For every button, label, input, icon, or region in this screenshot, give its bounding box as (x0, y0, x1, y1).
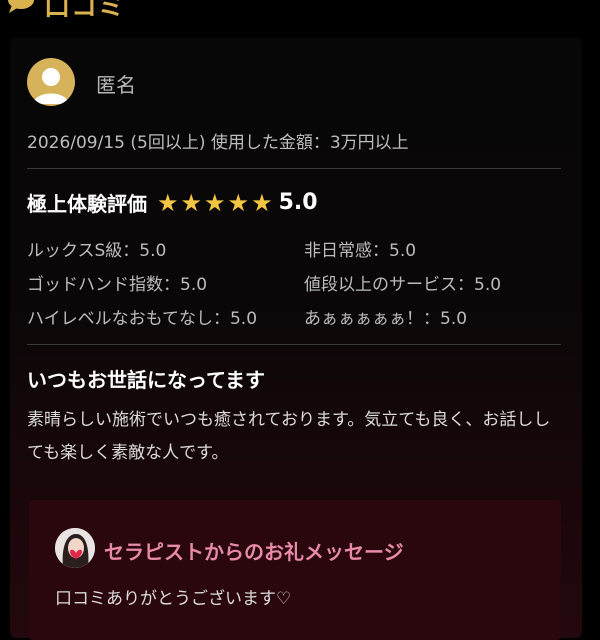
therapist-photo-icon (55, 528, 95, 568)
speech-bubble-icon (8, 0, 34, 13)
review-card: 匿名 2026/09/15 (5回以上) 使用した金額：3万円以上 極上体験評価… (10, 38, 582, 640)
rating-item: あぁぁぁぁぁ！：5.0 (304, 309, 468, 329)
rating-item: ゴッドハンド指数：5.0 (27, 275, 208, 295)
star-icon: ★ (204, 188, 226, 217)
star-icon: ★ (157, 188, 179, 217)
user-silhouette-icon (33, 68, 69, 104)
star-rating: ★ ★ ★ ★ ★ (157, 191, 273, 215)
review-body: 素晴らしい施術でいつも癒されております。気立ても良く、お話ししても楽しく素敵な人… (27, 410, 551, 463)
thanks-message: 口コミありがとうございます♡ (55, 589, 292, 609)
divider (27, 344, 561, 345)
rating-score: 5.0 (278, 190, 318, 215)
rating-item: ハイレベルなおもてなし：5.0 (27, 309, 258, 329)
thanks-title: セラピストからのお礼メッセージ (104, 540, 404, 564)
rating-item: ルックスS級：5.0 (27, 241, 167, 261)
rating-row: 極上体験評価 ★ ★ ★ ★ ★ 5.0 (27, 188, 318, 217)
review-meta: 2026/09/15 (5回以上) 使用した金額：3万円以上 (27, 133, 409, 153)
star-icon: ★ (227, 188, 250, 217)
rating-title: 極上体験評価 (27, 192, 147, 216)
section-title: 口コミ (44, 0, 126, 22)
review-title: いつもお世話になってます (27, 368, 265, 392)
star-icon: ★ (251, 188, 273, 217)
reviewer-name: 匿名 (96, 73, 136, 97)
therapist-avatar (55, 528, 95, 568)
reviewer-avatar (27, 58, 75, 106)
therapist-thanks-box: セラピストからのお礼メッセージ 口コミありがとうございます♡ (29, 500, 561, 640)
rating-item: 非日常感：5.0 (304, 241, 417, 261)
star-icon: ★ (180, 188, 203, 217)
section-header: 口コミ (6, 0, 125, 22)
divider (27, 168, 561, 169)
rating-item: 値段以上のサービス：5.0 (304, 275, 502, 295)
